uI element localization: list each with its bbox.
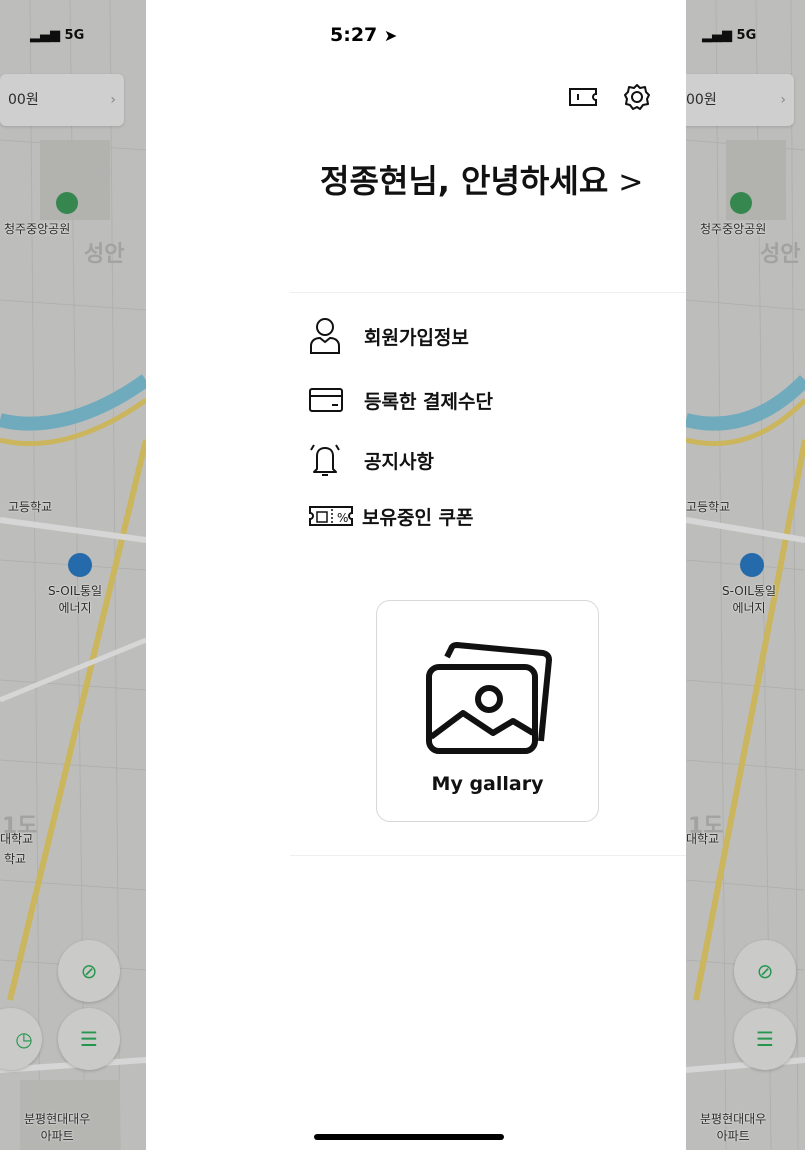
my-gallery-card[interactable]: My gallary [376, 600, 599, 822]
ticket-icon [569, 88, 597, 106]
map-dim-overlay [0, 0, 146, 1150]
menu-item-coupons[interactable]: % 보유중인 쿠폰 [308, 494, 474, 538]
gear-icon [624, 84, 650, 110]
menu-label: 회원가입정보 [364, 326, 469, 349]
map-dim-overlay [686, 0, 805, 1150]
chevron-right-icon: > [618, 165, 644, 200]
status-time: 5:27 ➤ [330, 24, 398, 46]
background-map-left: ▂▄▆ 5G 00원 › 청주중앙공원 성안 고등학교 S-OIL통일 에너지 … [0, 0, 146, 1150]
images-icon [426, 642, 552, 754]
credit-card-icon [308, 387, 358, 413]
menu-label: 등록한 결제수단 [364, 390, 493, 413]
divider [290, 292, 686, 293]
side-drawer: 5:27 ➤ 정종현님, 안녕하세요 > 회원가입정보 등록한 결제수단 공지사… [146, 0, 686, 1150]
location-arrow-icon: ➤ [383, 26, 398, 45]
ticket-button[interactable] [566, 80, 600, 114]
menu-item-notices[interactable]: 공지사항 [308, 438, 434, 482]
background-map-right: ▂▄▆ 5G 00원 › 청주중앙공원 성안 고등학교 S-OIL통일 에너지 … [686, 0, 805, 1150]
greeting-text: 정종현님, 안녕하세요 [320, 162, 609, 200]
bell-icon [308, 441, 358, 479]
settings-button[interactable] [620, 80, 654, 114]
greeting-link[interactable]: 정종현님, 안녕하세요 > [320, 156, 643, 202]
menu-label: 보유중인 쿠폰 [362, 506, 474, 529]
svg-text:%: % [337, 511, 348, 525]
menu-item-payment-methods[interactable]: 등록한 결제수단 [308, 378, 493, 422]
my-gallery-label: My gallary [431, 773, 544, 795]
divider [290, 855, 686, 856]
menu-label: 공지사항 [364, 450, 434, 473]
menu-item-account-info[interactable]: 회원가입정보 [308, 314, 469, 358]
coupon-icon: % [308, 504, 356, 528]
user-icon [308, 316, 358, 356]
home-indicator[interactable] [314, 1134, 504, 1140]
